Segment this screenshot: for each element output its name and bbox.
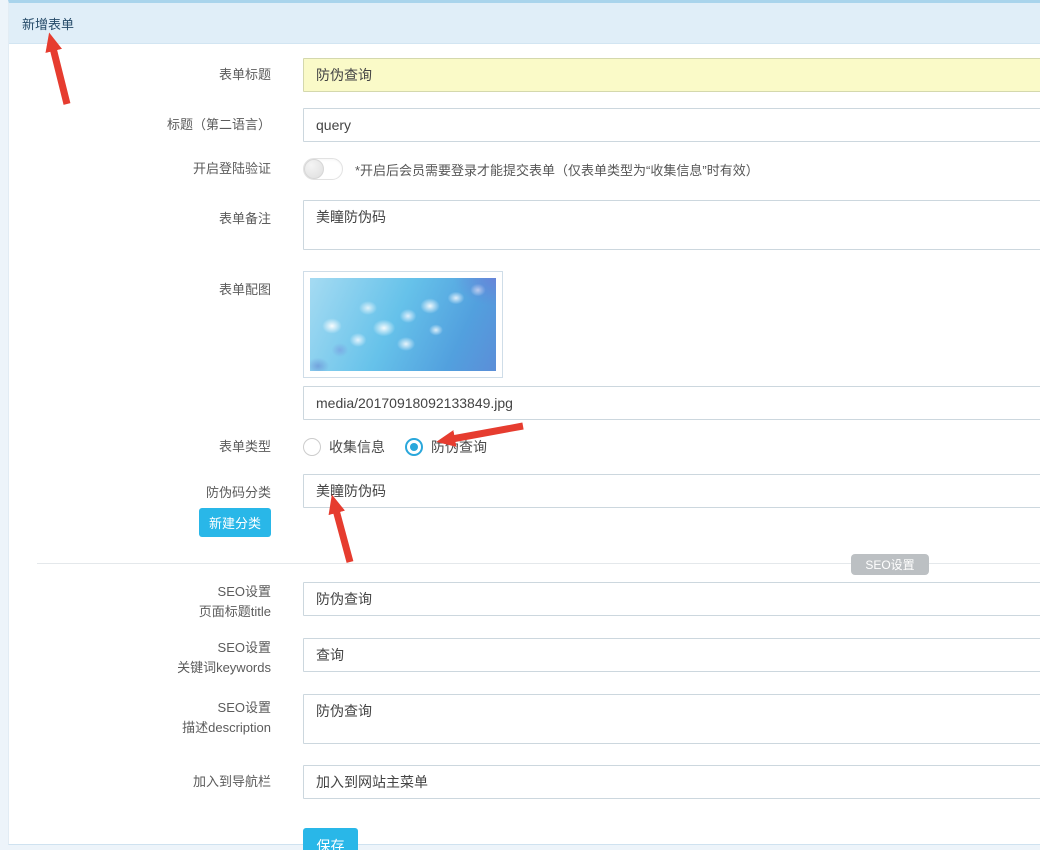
form-image-label: 表单配图	[219, 280, 271, 300]
row-login-verify: 开启登陆验证 *开启后会员需要登录才能提交表单（仅表单类型为“收集信息”时有效）	[9, 158, 1040, 180]
radio-option-collect-info[interactable]: 收集信息	[303, 437, 385, 457]
row-second-language-title: 标题（第二语言）	[9, 108, 1040, 142]
page-title: 新增表单	[22, 14, 74, 33]
row-form-remark: 表单备注 美瞳防伪码	[9, 200, 1040, 255]
form-title-input[interactable]	[303, 58, 1040, 92]
row-form-image: 表单配图	[9, 271, 1040, 420]
form-body: 表单标题 标题（第二语言） 开启登陆验证 *开启后会员需要登录才能提交表单（仅表…	[9, 44, 1040, 850]
form-image-preview[interactable]	[303, 271, 503, 378]
add-to-nav-label: 加入到导航栏	[193, 772, 271, 792]
add-to-nav-select[interactable]	[303, 765, 1040, 799]
seo-keywords-label: SEO设置 关键词keywords	[177, 638, 271, 678]
seo-settings-badge[interactable]: SEO设置	[851, 554, 929, 575]
row-seo-description: SEO设置 描述description 防伪查询	[9, 694, 1040, 749]
form-title-label: 表单标题	[219, 65, 271, 85]
radio-checked-icon[interactable]	[405, 438, 423, 456]
second-language-input[interactable]	[303, 108, 1040, 142]
toggle-knob	[304, 159, 324, 179]
seo-description-textarea[interactable]: 防伪查询	[303, 694, 1040, 744]
form-type-label: 表单类型	[219, 437, 271, 457]
antifake-category-input[interactable]	[303, 474, 1040, 508]
form-remark-textarea[interactable]: 美瞳防伪码	[303, 200, 1040, 250]
row-seo-title: SEO设置 页面标题title	[9, 582, 1040, 622]
radio-option-antifake-query[interactable]: 防伪查询	[405, 437, 487, 457]
login-verify-label: 开启登陆验证	[193, 159, 271, 179]
crystals-image	[310, 278, 496, 371]
login-verify-note: *开启后会员需要登录才能提交表单（仅表单类型为“收集信息”时有效）	[355, 160, 759, 179]
form-image-path-input[interactable]	[303, 386, 1040, 420]
row-antifake-category: 防伪码分类 新建分类	[9, 474, 1040, 537]
radio-unchecked-icon[interactable]	[303, 438, 321, 456]
seo-description-label: SEO设置 描述description	[182, 698, 271, 738]
second-language-label: 标题（第二语言）	[167, 115, 271, 135]
row-seo-keywords: SEO设置 关键词keywords	[9, 638, 1040, 678]
panel-header: 新增表单	[9, 3, 1040, 44]
radio-antifake-query-label: 防伪查询	[431, 437, 487, 457]
radio-collect-info-label: 收集信息	[329, 437, 385, 457]
row-form-type: 表单类型 收集信息 防伪查询	[9, 436, 1040, 458]
antifake-category-label: 防伪码分类	[206, 483, 271, 503]
new-category-button[interactable]: 新建分类	[199, 508, 271, 537]
seo-title-label: SEO设置 页面标题title	[199, 582, 271, 622]
row-save: 保存	[9, 815, 1040, 850]
seo-keywords-input[interactable]	[303, 638, 1040, 672]
login-verify-toggle[interactable]	[303, 158, 343, 180]
new-form-panel: 新增表单 表单标题 标题（第二语言） 开启登陆验证 *开启后会员需要登录才能提交…	[8, 0, 1040, 845]
seo-section-divider: SEO设置	[37, 563, 1040, 564]
form-remark-label: 表单备注	[219, 209, 271, 229]
row-form-title: 表单标题	[9, 58, 1040, 92]
seo-title-input[interactable]	[303, 582, 1040, 616]
save-button[interactable]: 保存	[303, 828, 358, 850]
row-add-to-nav: 加入到导航栏	[9, 765, 1040, 799]
